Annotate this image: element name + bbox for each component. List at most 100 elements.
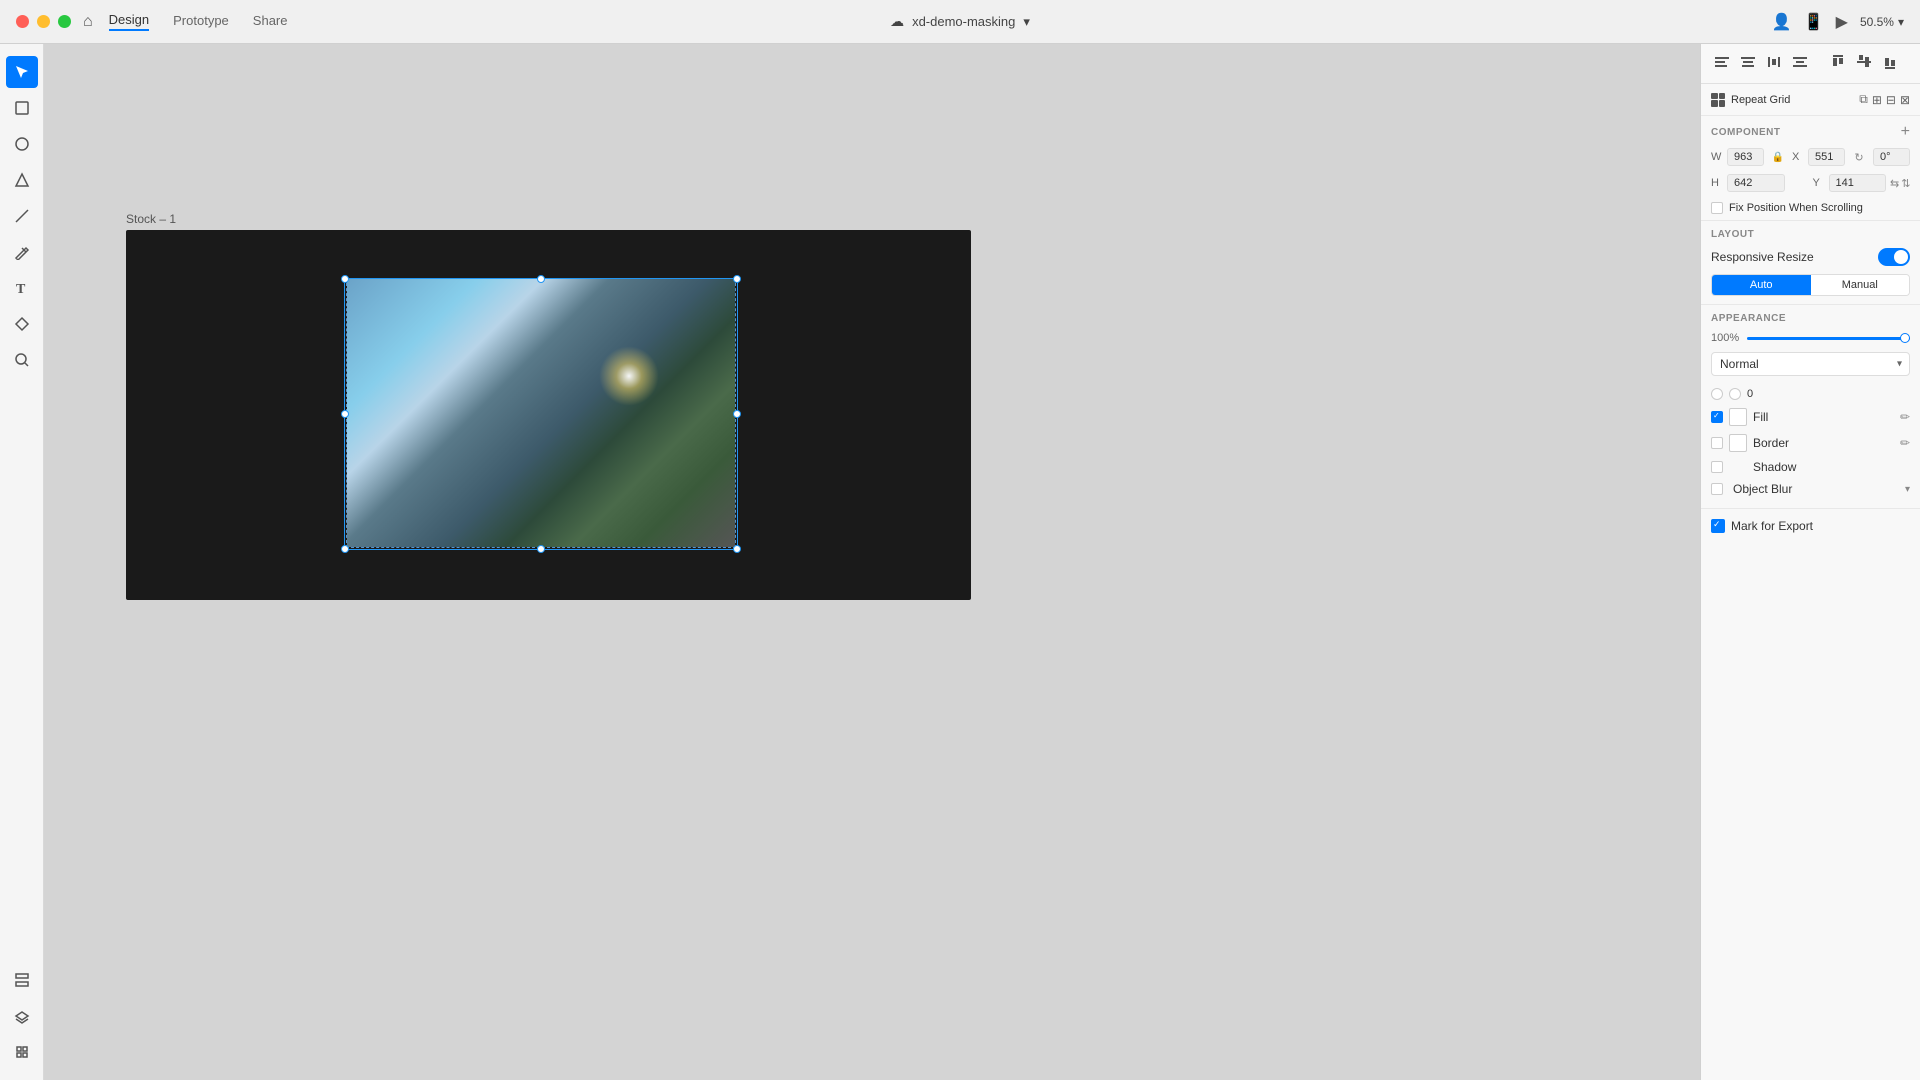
repeat-grid-label: Repeat Grid <box>1731 94 1790 106</box>
building-image <box>347 279 735 547</box>
layers-btn[interactable] <box>6 1000 38 1032</box>
select-tool[interactable] <box>6 56 38 88</box>
shadow-checkbox[interactable] <box>1711 461 1723 473</box>
responsive-toggle[interactable] <box>1878 248 1910 266</box>
pen-tool[interactable] <box>6 236 38 268</box>
zoom-control[interactable]: 50.5% ▾ <box>1860 15 1904 29</box>
object-blur-row: Object Blur ▾ <box>1711 478 1910 500</box>
tab-design[interactable]: Design <box>109 12 149 31</box>
zoom-value: 50.5% <box>1860 15 1894 29</box>
home-button[interactable]: ⌂ <box>83 13 93 31</box>
width-input[interactable] <box>1727 148 1764 166</box>
rg-action-3[interactable]: ⊟ <box>1886 92 1896 107</box>
distribute-btn[interactable] <box>1763 52 1785 75</box>
responsive-resize-row: Responsive Resize <box>1711 248 1910 266</box>
align-center-v-btn[interactable] <box>1737 52 1759 75</box>
fill-color-swatch[interactable] <box>1729 408 1747 426</box>
titlebar-right: 👤 📱 ▶ 50.5% ▾ <box>1772 12 1904 32</box>
rotate-icon: ↻ <box>1854 151 1863 164</box>
export-section: Mark for Export <box>1701 509 1920 543</box>
assets-panel-btn[interactable] <box>6 964 38 996</box>
obj-blur-expand-btn[interactable]: ▾ <box>1905 484 1910 495</box>
fill-eyedropper[interactable]: ✏ <box>1900 410 1910 424</box>
lock-icon: 🔒 <box>1772 152 1784 163</box>
y-input[interactable] <box>1829 174 1887 192</box>
project-name: xd-demo-masking <box>912 14 1015 29</box>
artboard[interactable] <box>126 230 971 600</box>
shadow-label: Shadow <box>1753 460 1910 474</box>
blend-mode-select[interactable]: Normal Multiply Screen Overlay <box>1711 352 1910 376</box>
fill-checkbox[interactable] <box>1711 411 1723 423</box>
more-align-btn[interactable] <box>1789 52 1811 75</box>
opacity-label: 100% <box>1711 332 1739 344</box>
opacity-slider[interactable] <box>1747 337 1910 340</box>
align-left-btn[interactable] <box>1711 52 1733 75</box>
mark-for-export-label: Mark for Export <box>1731 519 1813 533</box>
canvas-area[interactable]: Stock – 1 <box>44 44 1700 1080</box>
rg-action-1[interactable]: ⧉ <box>1859 92 1868 107</box>
maximize-button[interactable] <box>58 15 71 28</box>
line-tool[interactable] <box>6 200 38 232</box>
obj-blur-label: Object Blur <box>1733 482 1899 496</box>
search-tool[interactable] <box>6 344 38 376</box>
user-icon[interactable]: 👤 <box>1772 12 1792 32</box>
shadow-row: Shadow <box>1711 456 1910 478</box>
artboard-label: Stock – 1 <box>126 212 176 226</box>
repeat-grid-actions: ⧉ ⊞ ⊟ ⊠ <box>1859 92 1910 107</box>
mark-for-export-checkbox[interactable] <box>1711 519 1725 533</box>
plugins-btn[interactable] <box>6 1036 38 1068</box>
close-button[interactable] <box>16 15 29 28</box>
triangle-tool[interactable] <box>6 164 38 196</box>
repeat-grid-button[interactable]: Repeat Grid <box>1731 94 1790 106</box>
x-input[interactable] <box>1808 148 1845 166</box>
nav-tabs: Design Prototype Share <box>109 12 288 31</box>
manual-btn[interactable]: Manual <box>1811 275 1910 295</box>
svg-text:T: T <box>16 282 26 296</box>
flip-vertical-btn[interactable]: ⇅ <box>1901 177 1910 190</box>
shadow-count: 0 <box>1747 388 1753 400</box>
blend-wrapper: Normal Multiply Screen Overlay ▾ <box>1711 352 1910 376</box>
cloud-icon: ☁ <box>890 13 904 30</box>
rotation-input[interactable] <box>1873 148 1910 166</box>
align-middle-h-btn[interactable] <box>1853 52 1875 75</box>
blend-mode-row: Normal Multiply Screen Overlay ▾ <box>1711 352 1910 376</box>
minimize-button[interactable] <box>37 15 50 28</box>
border-checkbox[interactable] <box>1711 437 1723 449</box>
border-eyedropper[interactable]: ✏ <box>1900 436 1910 450</box>
lock-separator: 🔒 <box>1768 152 1788 163</box>
ellipse-tool[interactable] <box>6 128 38 160</box>
rectangle-tool[interactable] <box>6 92 38 124</box>
rg-action-4[interactable]: ⊠ <box>1900 92 1910 107</box>
rg-action-2[interactable]: ⊞ <box>1872 92 1882 107</box>
auto-manual-row: Auto Manual <box>1711 274 1910 296</box>
text-tool[interactable]: T <box>6 272 38 304</box>
appearance-title: APPEARANCE <box>1711 313 1910 324</box>
play-icon[interactable]: ▶ <box>1836 12 1848 32</box>
left-toolbar: T <box>0 44 44 1080</box>
tab-prototype[interactable]: Prototype <box>173 12 229 31</box>
add-component-button[interactable]: + <box>1901 124 1910 140</box>
toolbar-bottom <box>6 964 38 1068</box>
align-bottom-btn[interactable] <box>1879 52 1901 75</box>
border-color-swatch[interactable] <box>1729 434 1747 452</box>
fix-position-label: Fix Position When Scrolling <box>1729 202 1863 214</box>
flip-horizontal-btn[interactable]: ⇆ <box>1890 177 1899 190</box>
fill-row: Fill ✏ <box>1711 404 1910 430</box>
border-label: Border <box>1753 436 1894 450</box>
opacity-row: 100% <box>1711 332 1910 344</box>
device-icon[interactable]: 📱 <box>1804 12 1824 32</box>
auto-btn[interactable]: Auto <box>1712 275 1811 295</box>
fix-position-row: Fix Position When Scrolling <box>1701 196 1920 221</box>
component-tool[interactable] <box>6 308 38 340</box>
align-top-btn[interactable] <box>1827 52 1849 75</box>
shadow-num-checkbox-1[interactable] <box>1711 388 1723 400</box>
height-input[interactable] <box>1727 174 1785 192</box>
tab-share[interactable]: Share <box>253 12 288 31</box>
repeat-grid-icon <box>1711 93 1725 107</box>
image-container[interactable] <box>346 278 736 548</box>
fix-position-checkbox[interactable] <box>1711 202 1723 214</box>
component-section-header: COMPONENT + <box>1701 116 1920 144</box>
obj-blur-checkbox[interactable] <box>1711 483 1723 495</box>
width-height-row: W 🔒 X ↻ <box>1701 144 1920 170</box>
shadow-num-checkbox-2[interactable] <box>1729 388 1741 400</box>
